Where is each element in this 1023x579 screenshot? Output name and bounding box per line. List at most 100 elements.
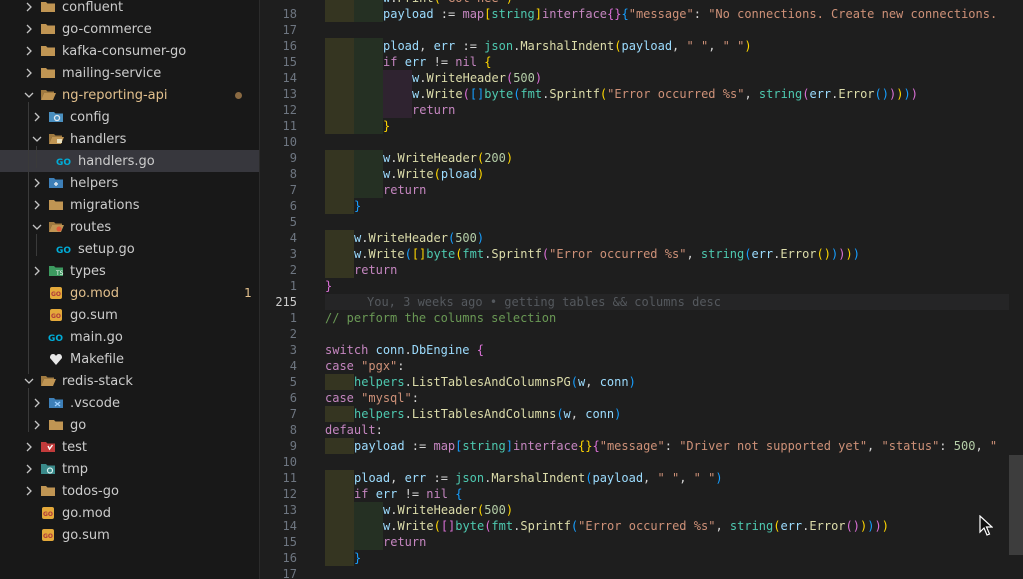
- indent-rainbow-band: [325, 54, 354, 70]
- code-line[interactable]: }: [383, 118, 390, 134]
- folder-icon: [40, 65, 56, 81]
- tree-folder-routes[interactable]: routes: [0, 216, 259, 238]
- code-area[interactable]: You, 3 weeks ago • getting tables && col…: [325, 0, 1023, 579]
- chevron-right-icon[interactable]: [22, 0, 36, 18]
- tree-folder-go[interactable]: go: [0, 414, 259, 436]
- code-line[interactable]: helpers.ListTablesAndColumnsPG(w, conn): [354, 374, 636, 390]
- code-line[interactable]: }: [325, 278, 332, 294]
- code-editor[interactable]: 18 17 16 15 14 13 12 11 10 9 8 7 6 5 4 3 2 1 215 1 2 3 4 5 6 7 8 9 1…: [261, 0, 1023, 579]
- modified-dot-icon: [235, 91, 242, 99]
- code-line[interactable]: payload := map[string]interface{}{"messa…: [383, 6, 997, 22]
- code-token: nil: [455, 55, 477, 69]
- tree-folder-types[interactable]: TS types: [0, 260, 259, 282]
- chevron-right-icon[interactable]: [22, 458, 36, 480]
- tree-folder-mailing-service[interactable]: mailing-service: [0, 62, 259, 84]
- line-number: 6: [289, 199, 297, 213]
- chevron-right-icon[interactable]: [22, 480, 36, 502]
- indent-rainbow-band: [325, 198, 354, 214]
- go-mod-icon: GO: [48, 307, 64, 323]
- tree-folder-kafka-consumer-go[interactable]: kafka-consumer-go: [0, 40, 259, 62]
- code-token: Error: [780, 247, 817, 261]
- code-line[interactable]: default:: [325, 422, 383, 438]
- scrollbar-thumb[interactable]: [1009, 455, 1023, 555]
- code-line[interactable]: w.Write([]byte(fmt.Sprintf("Error occurr…: [412, 86, 918, 102]
- code-line[interactable]: w.Write([]byte(fmt.Sprintf("Error occurr…: [383, 518, 889, 534]
- code-token: "Error occurred %s": [578, 519, 716, 533]
- tree-file-go-mod[interactable]: GO go.mod 1: [0, 282, 259, 304]
- chevron-right-icon[interactable]: [30, 194, 44, 216]
- code-line[interactable]: payload := map[string]interface{}{"messa…: [354, 438, 997, 454]
- tree-folder-redis-stack[interactable]: redis-stack: [0, 370, 259, 392]
- chevron-right-icon[interactable]: [22, 18, 36, 40]
- code-line[interactable]: case "pgx":: [325, 358, 405, 374]
- code-token: .: [404, 375, 412, 389]
- code-token: MarshalIndent: [491, 471, 586, 485]
- code-line[interactable]: w.Write(pload): [383, 166, 484, 182]
- code-line[interactable]: w.WriteHeader(500): [354, 230, 484, 246]
- tree-folder-helpers[interactable]: helpers: [0, 172, 259, 194]
- chevron-down-icon[interactable]: [22, 370, 36, 392]
- code-line[interactable]: return: [383, 182, 426, 198]
- code-line[interactable]: return: [383, 534, 426, 550]
- chevron-right-icon[interactable]: [30, 392, 44, 414]
- line-number: 1: [289, 311, 297, 325]
- tree-folder-tmp[interactable]: tmp: [0, 458, 259, 480]
- code-line[interactable]: w.WriteHeader(500): [412, 70, 542, 86]
- code-line[interactable]: return: [412, 102, 455, 118]
- code-line[interactable]: if err != nil {: [383, 54, 491, 70]
- chevron-down-icon[interactable]: [30, 128, 44, 150]
- code-line[interactable]: helpers.ListTablesAndColumns(w, conn): [354, 406, 621, 422]
- tree-folder-ng-reporting-api[interactable]: ng-reporting-api: [0, 84, 259, 106]
- chevron-down-icon[interactable]: [30, 216, 44, 238]
- tree-folder-migrations[interactable]: migrations: [0, 194, 259, 216]
- chevron-down-icon[interactable]: [22, 84, 36, 106]
- code-token: :: [939, 439, 954, 453]
- code-line[interactable]: w.WriteHeader(500): [383, 502, 513, 518]
- code-line[interactable]: }: [354, 198, 361, 214]
- chevron-right-icon[interactable]: [30, 172, 44, 194]
- code-token: byte: [426, 247, 456, 261]
- code-line[interactable]: w.WriteHeader(200): [383, 150, 513, 166]
- tree-folder-handlers[interactable]: handlers: [0, 128, 259, 150]
- code-token: :=: [404, 439, 434, 453]
- code-line[interactable]: return: [354, 262, 397, 278]
- line-number: 7: [289, 183, 297, 197]
- code-line[interactable]: if err != nil {: [354, 486, 462, 502]
- folder-open-icon: [40, 373, 56, 389]
- tree-folder-test[interactable]: test: [0, 436, 259, 458]
- code-line[interactable]: }: [354, 550, 361, 566]
- go-file-icon: GO: [56, 241, 72, 257]
- tree-file-go-sum[interactable]: GO go.sum: [0, 524, 259, 546]
- code-line[interactable]: pload, err := json.MarshalIndent(payload…: [383, 38, 752, 54]
- code-line[interactable]: case "mysql":: [325, 390, 419, 406]
- tree-folder-confluent[interactable]: confluent: [0, 0, 259, 18]
- tree-file-setup-go[interactable]: GO setup.go: [0, 238, 259, 260]
- tree-folder-vscode[interactable]: .vscode: [0, 392, 259, 414]
- editor-scrollbar[interactable]: [1009, 0, 1023, 579]
- chevron-right-icon[interactable]: [30, 414, 44, 436]
- chevron-right-icon[interactable]: [30, 106, 44, 128]
- tree-folder-config[interactable]: config: [0, 106, 259, 128]
- tree-file-go-mod[interactable]: GO go.mod: [0, 502, 259, 524]
- tree-file-makefile[interactable]: Makefile: [0, 348, 259, 370]
- tree-file-go-sum[interactable]: GO go.sum: [0, 304, 259, 326]
- tree-file-main-go[interactable]: GO main.go: [0, 326, 259, 348]
- chevron-right-icon[interactable]: [22, 62, 36, 84]
- code-line[interactable]: w.Write([]byte(fmt.Sprintf("Error occurr…: [354, 246, 860, 262]
- tree-folder-go-commerce[interactable]: go-commerce: [0, 18, 259, 40]
- code-line[interactable]: // perform the columns selection: [325, 310, 556, 326]
- code-token: default: [325, 423, 376, 437]
- indent-guide: [36, 146, 37, 168]
- code-token: pload: [440, 167, 477, 181]
- tree-file-handlers-go[interactable]: GO handlers.go: [0, 150, 259, 172]
- chevron-right-icon[interactable]: [22, 436, 36, 458]
- tree-folder-todos-go[interactable]: todos-go: [0, 480, 259, 502]
- line-number: 13: [282, 503, 297, 517]
- code-line[interactable]: switch conn.DbEngine {: [325, 342, 484, 358]
- tree-item-label: types: [70, 263, 106, 279]
- chevron-right-icon[interactable]: [30, 260, 44, 282]
- code-line[interactable]: pload, err := json.MarshalIndent(payload…: [354, 470, 723, 486]
- chevron-right-icon[interactable]: [22, 40, 36, 62]
- code-token: interface: [513, 439, 579, 453]
